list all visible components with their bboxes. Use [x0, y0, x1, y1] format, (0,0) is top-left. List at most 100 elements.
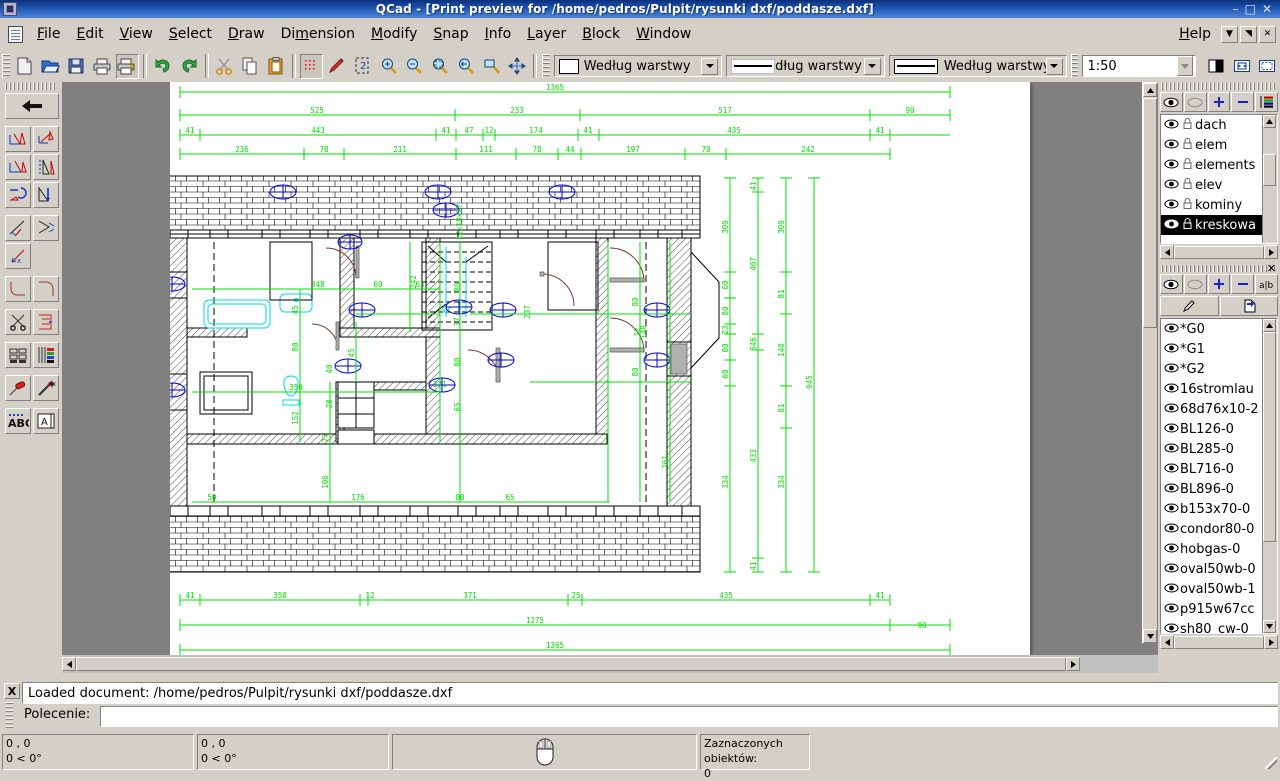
- redo-button[interactable]: [177, 54, 201, 79]
- menu-select[interactable]: Select: [161, 23, 220, 45]
- wand-tool[interactable]: [33, 375, 59, 401]
- scroll-left-arrow[interactable]: [62, 657, 76, 671]
- block-visibility-icon[interactable]: [1164, 542, 1179, 557]
- block-visibility-icon[interactable]: [1164, 422, 1179, 437]
- offset-tool[interactable]: [33, 309, 59, 335]
- layer-hscroll-thumb[interactable]: [1174, 246, 1264, 259]
- hide-all-blocks-icon[interactable]: [1184, 274, 1207, 294]
- insert-block-icon[interactable]: [1220, 296, 1279, 316]
- command-grip[interactable]: [6, 702, 13, 728]
- paper-fit-button[interactable]: [1230, 54, 1254, 79]
- toolbar-grip-3[interactable]: [1071, 54, 1079, 78]
- scale-combo[interactable]: 1:50: [1082, 55, 1195, 77]
- zoom-window-button[interactable]: [428, 54, 452, 79]
- drawing-canvas[interactable]: 1365 525 233 517 90 41 443 41 47 12 174 …: [62, 82, 1158, 660]
- bw-toggle-button[interactable]: [1204, 54, 1228, 79]
- toolbar-grip-2[interactable]: [542, 54, 550, 78]
- block-list-hscrollbar[interactable]: [1160, 635, 1278, 649]
- block-row[interactable]: oval50wb-0: [1161, 559, 1277, 579]
- dimension-angular-tool[interactable]: [5, 182, 31, 208]
- menu-block[interactable]: Block: [574, 23, 628, 45]
- close-icon[interactable]: ✕: [1267, 264, 1276, 273]
- mdi-minimize-button[interactable]: ▼: [1221, 26, 1238, 43]
- layer-lock-icon[interactable]: [1183, 178, 1192, 193]
- layer-scroll-thumb[interactable]: [1263, 154, 1276, 186]
- dimension-linear-tool[interactable]: [33, 126, 59, 152]
- block-visibility-icon[interactable]: [1164, 382, 1179, 397]
- scroll-right-arrow[interactable]: [1264, 245, 1278, 259]
- block-panel-grip[interactable]: ✕: [1161, 265, 1277, 272]
- zoom-auto-button[interactable]: [480, 54, 504, 79]
- redraw-button[interactable]: 2: [351, 54, 375, 79]
- menu-file[interactable]: File: [29, 23, 68, 45]
- layer-lock-icon[interactable]: [1183, 138, 1192, 153]
- block-visibility-icon[interactable]: [1164, 402, 1179, 417]
- toolbar-grip[interactable]: [2, 54, 10, 78]
- add-layer-icon[interactable]: [1208, 92, 1231, 112]
- mdi-restore-button[interactable]: ◥: [1240, 26, 1257, 43]
- layer-visibility-icon[interactable]: [1164, 158, 1179, 173]
- block-visibility-icon[interactable]: [1164, 462, 1179, 477]
- menu-view[interactable]: View: [112, 23, 161, 45]
- block-row[interactable]: *G2: [1161, 359, 1277, 379]
- window-controls[interactable]: – □ ✕: [1233, 3, 1272, 15]
- chamfer-tool[interactable]: [33, 276, 59, 302]
- block-scroll-thumb[interactable]: [1263, 332, 1276, 542]
- menu-info[interactable]: Info: [477, 23, 520, 45]
- dimension-ordinate-tool[interactable]: x: [5, 243, 31, 269]
- text-tool[interactable]: ABC: [5, 408, 31, 434]
- zoom-previous-button[interactable]: [454, 54, 478, 79]
- show-all-blocks-icon[interactable]: [1160, 274, 1183, 294]
- layer-visibility-icon[interactable]: [1164, 118, 1179, 133]
- layer-visibility-icon[interactable]: [1164, 138, 1179, 153]
- resize-grip[interactable]: [1265, 757, 1277, 769]
- block-row[interactable]: hobgas-0: [1161, 539, 1277, 559]
- block-visibility-icon[interactable]: [1164, 522, 1179, 537]
- scroll-left-arrow[interactable]: [1160, 635, 1174, 649]
- line-width-combo[interactable]: Według warstwy: [726, 55, 885, 77]
- zoom-in-button[interactable]: [377, 54, 401, 79]
- block-row[interactable]: 16stromlau: [1161, 379, 1277, 399]
- menu-help[interactable]: Help: [1171, 23, 1219, 45]
- block-row[interactable]: oval50wb-1: [1161, 579, 1277, 599]
- horizontal-scroll-thumb[interactable]: [76, 657, 1066, 671]
- pan-button[interactable]: [506, 54, 530, 79]
- layer-lock-icon[interactable]: [1183, 158, 1192, 173]
- print-preview-paper[interactable]: 1365 525 233 517 90 41 443 41 47 12 174 …: [170, 82, 1030, 660]
- remove-block-icon[interactable]: [1231, 274, 1254, 294]
- hatch-tool[interactable]: [33, 342, 59, 368]
- block-visibility-icon[interactable]: [1164, 362, 1179, 377]
- chevron-down-icon[interactable]: [1177, 56, 1193, 76]
- block-row[interactable]: BL285-0: [1161, 439, 1277, 459]
- vertical-scroll-thumb[interactable]: [1143, 98, 1157, 328]
- dimension-aligned-tool[interactable]: [5, 126, 31, 152]
- block-visibility-icon[interactable]: [1164, 342, 1179, 357]
- layer-settings-icon[interactable]: [1255, 92, 1278, 112]
- command-close-button[interactable]: X: [4, 683, 20, 699]
- block-list[interactable]: *G0*G1*G216stromlau68d76x10-2BL126-0BL28…: [1160, 318, 1278, 634]
- block-row[interactable]: sh80_cw-0: [1161, 619, 1277, 634]
- scroll-up-arrow[interactable]: [1263, 115, 1276, 128]
- palette-grip[interactable]: [5, 83, 57, 90]
- fillet-tool[interactable]: [5, 276, 31, 302]
- show-all-layers-icon[interactable]: [1160, 92, 1183, 112]
- layer-lock-icon[interactable]: [1183, 218, 1192, 233]
- dimension-vertical-tool[interactable]: [33, 154, 59, 180]
- new-file-button[interactable]: [13, 54, 37, 79]
- trim-tool[interactable]: [5, 309, 31, 335]
- hide-all-layers-icon[interactable]: [1184, 92, 1207, 112]
- cut-button[interactable]: [213, 54, 237, 79]
- layer-row[interactable]: kominy: [1161, 195, 1277, 215]
- layer-row[interactable]: elem: [1161, 135, 1277, 155]
- block-row[interactable]: b153x70-0: [1161, 499, 1277, 519]
- zoom-out-button[interactable]: [403, 54, 427, 79]
- close-button[interactable]: ✕: [1262, 3, 1272, 15]
- block-visibility-icon[interactable]: [1164, 602, 1179, 617]
- scroll-right-arrow[interactable]: [1066, 657, 1080, 671]
- layer-row[interactable]: elements: [1161, 155, 1277, 175]
- chevron-down-icon[interactable]: [1046, 58, 1063, 75]
- layer-row[interactable]: elev: [1161, 175, 1277, 195]
- menu-layer[interactable]: Layer: [519, 23, 574, 45]
- remove-layer-icon[interactable]: [1231, 92, 1254, 112]
- dimension-diameter-tool[interactable]: [33, 215, 59, 241]
